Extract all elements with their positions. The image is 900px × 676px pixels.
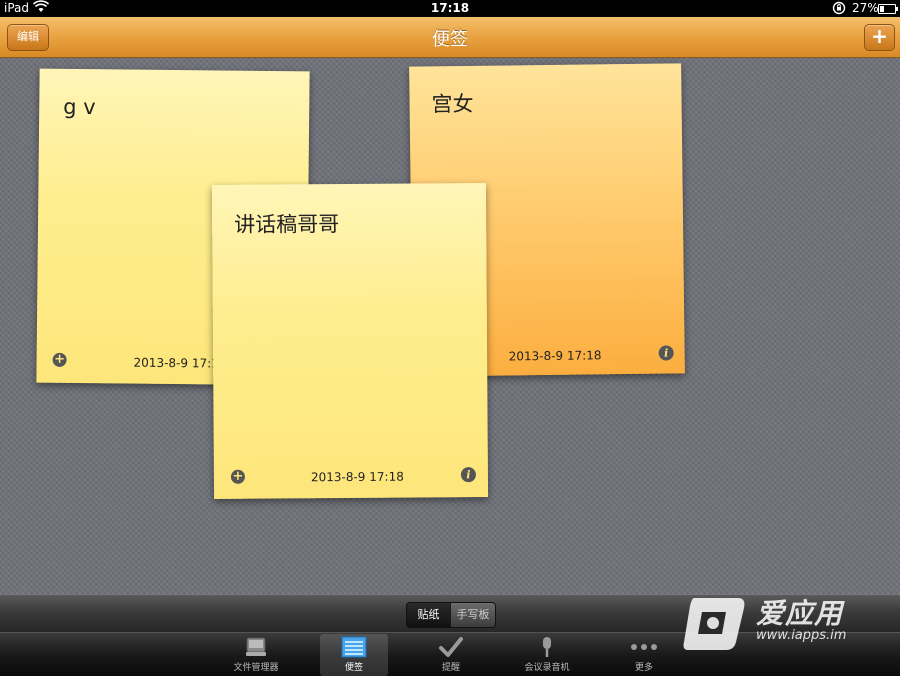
note-text: 讲话稿哥哥 [234, 212, 340, 237]
orientation-lock-icon [832, 1, 846, 18]
drive-icon [222, 634, 290, 660]
clock: 17:18 [430, 1, 470, 15]
tab-reminders[interactable]: 提醒 [417, 634, 485, 676]
tab-notes[interactable]: 便签 [320, 634, 388, 676]
navigation-bar: 编辑 便签 + [0, 17, 900, 58]
checkmark-icon [417, 634, 485, 660]
info-icon[interactable]: i [658, 345, 674, 361]
note-date: 2013-8-9 17:18 [310, 469, 404, 485]
tab-more[interactable]: 更多 [610, 634, 678, 676]
sticky-note[interactable]: 讲话稿哥哥 + 2013-8-9 17:18 i [211, 183, 489, 499]
add-icon[interactable]: + [230, 469, 245, 484]
page-title: 便签 [432, 29, 468, 50]
note-date: 2013-8-9 17:18 [508, 348, 602, 364]
watermark: 爱应用 www.iapps.im [680, 588, 900, 658]
more-icon [610, 634, 678, 660]
mode-segmented-control: 贴纸 手写板 [406, 602, 496, 628]
tab-meeting-recorder[interactable]: 会议录音机 [513, 634, 581, 676]
iapps-logo-icon [680, 590, 750, 660]
tab-file-manager[interactable]: 文件管理器 [222, 634, 290, 676]
tab-label: 更多 [634, 663, 653, 673]
add-note-button[interactable]: + [864, 24, 895, 51]
tab-label: 便签 [344, 663, 363, 673]
notes-board: g v + 2013-8-9 17:18 宫女 2013-8-9 17:18 i… [0, 58, 900, 594]
segment-stickers[interactable]: 贴纸 [407, 603, 450, 627]
info-icon[interactable]: i [460, 467, 476, 483]
tab-label: 会议录音机 [524, 663, 570, 673]
watermark-name: 爱应用 [756, 597, 844, 630]
tab-label: 文件管理器 [233, 663, 279, 673]
tab-label: 提醒 [441, 663, 460, 673]
battery-icon [878, 4, 898, 14]
add-icon[interactable]: + [52, 352, 67, 367]
notes-icon [320, 634, 388, 660]
note-text: 宫女 [431, 91, 474, 117]
segment-handwriting[interactable]: 手写板 [451, 603, 495, 627]
note-text: g v [63, 94, 96, 120]
status-bar: iPad 17:18 27% [0, 0, 900, 17]
battery-percent: 27% [852, 1, 879, 15]
microphone-icon [513, 634, 581, 660]
watermark-url: www.iapps.im [756, 628, 847, 643]
